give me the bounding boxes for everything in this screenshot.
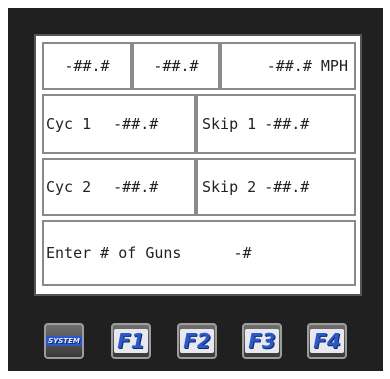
speed-field[interactable]: -##.# MPH	[220, 42, 356, 90]
cyc-1-label: Cyc 1	[46, 115, 92, 133]
cyc-2-label: Cyc 2	[46, 178, 92, 196]
field-2-value: -##.#	[153, 57, 199, 75]
f1-button[interactable]: F1	[111, 323, 151, 359]
f3-button-label: F3	[245, 329, 279, 353]
guns-label: Enter # of Guns	[46, 244, 182, 262]
guns-field[interactable]: Enter # of Guns -#	[42, 220, 356, 286]
cyc-2-value: -##.#	[113, 178, 159, 196]
skip-1-field[interactable]: Skip 1 -##.#	[196, 94, 356, 154]
field-1-value: -##.#	[64, 57, 110, 75]
f2-button[interactable]: F2	[177, 323, 217, 359]
system-button[interactable]: SYSTEM	[44, 323, 84, 359]
f4-button-label: F4	[310, 329, 344, 353]
guns-value: -#	[233, 244, 252, 262]
system-button-label: SYSTEM	[46, 336, 82, 346]
f2-button-label: F2	[180, 329, 214, 353]
field-2[interactable]: -##.#	[132, 42, 220, 90]
skip-1-label: Skip 1	[202, 115, 257, 133]
f4-button[interactable]: F4	[307, 323, 347, 359]
field-1[interactable]: -##.#	[42, 42, 132, 90]
cyc-2-field[interactable]: Cyc 2 -##.#	[42, 158, 196, 216]
cyc-1-field[interactable]: Cyc 1 -##.#	[42, 94, 196, 154]
cyc-1-value: -##.#	[113, 115, 159, 133]
skip-2-field[interactable]: Skip 2 -##.#	[196, 158, 356, 216]
f1-button-label: F1	[114, 329, 148, 353]
speed-field-value: -##.# MPH	[266, 57, 348, 75]
f3-button[interactable]: F3	[242, 323, 282, 359]
function-key-row: SYSTEM F1 F2 F3 F4	[44, 323, 364, 359]
display-screen: -##.# -##.# -##.# MPH Cyc 1 -##.# Skip 1…	[34, 34, 362, 296]
skip-2-value: -##.#	[264, 178, 310, 196]
skip-1-value: -##.#	[264, 115, 310, 133]
skip-2-label: Skip 2	[202, 178, 257, 196]
